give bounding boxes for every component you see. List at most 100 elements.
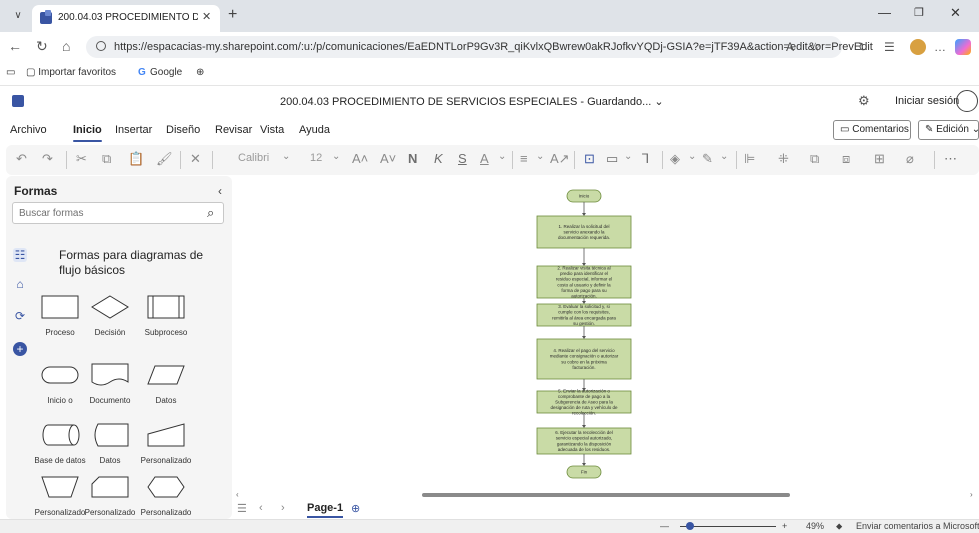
- comments-button[interactable]: ▭ Comentarios: [833, 120, 911, 140]
- add-stencil-icon[interactable]: +: [13, 342, 27, 356]
- chevron-down-icon[interactable]: ⌄: [332, 151, 340, 162]
- favorite-google[interactable]: Google: [150, 67, 182, 78]
- bring-forward-icon[interactable]: ⧉: [810, 151, 819, 167]
- scroll-left-icon[interactable]: ‹: [236, 490, 239, 499]
- favorite-import[interactable]: ▢ Importar favoritos: [26, 67, 116, 78]
- close-window-icon[interactable]: ✕: [950, 5, 961, 21]
- shape-data[interactable]: [146, 362, 186, 388]
- next-page-icon[interactable]: ›: [281, 502, 285, 514]
- align-icon[interactable]: ≡: [520, 151, 528, 166]
- shape-document[interactable]: [90, 362, 130, 388]
- fill-icon[interactable]: ◈: [670, 151, 680, 167]
- scroll-right-icon[interactable]: ›: [970, 490, 973, 499]
- feedback-link[interactable]: Enviar comentarios a Microsoft: [856, 521, 979, 531]
- document-title[interactable]: 200.04.03 PROCEDIMIENTO DE SERVICIOS ESP…: [280, 95, 664, 108]
- tab-inicio[interactable]: Inicio: [73, 124, 102, 142]
- copilot-icon[interactable]: [955, 39, 971, 55]
- browser-tab[interactable]: 200.04.03 PROCEDIMIENTO DE SE ✕: [32, 5, 220, 32]
- underline-button[interactable]: S: [458, 151, 467, 166]
- position-icon[interactable]: ⊫: [744, 151, 755, 167]
- refresh-icon[interactable]: ↻: [36, 38, 48, 55]
- visio-logo-icon[interactable]: [12, 95, 24, 107]
- minimize-icon[interactable]: —: [878, 5, 891, 20]
- search-icon[interactable]: ⌕: [207, 205, 214, 221]
- chevron-down-icon[interactable]: ⌄: [536, 151, 544, 162]
- tab-actions-chevron-icon[interactable]: ∨: [8, 7, 28, 25]
- font-size-select[interactable]: 12: [308, 149, 348, 169]
- editing-mode-button[interactable]: ✎ Edición ⌄: [918, 120, 979, 140]
- read-aloud-icon[interactable]: A: [786, 40, 794, 54]
- italic-button[interactable]: K: [434, 151, 443, 166]
- horizontal-scrollbar[interactable]: ‹ ›: [236, 490, 976, 499]
- group-icon[interactable]: ⊞: [874, 151, 885, 167]
- tab-archivo[interactable]: Archivo: [10, 124, 47, 136]
- undo-icon[interactable]: ↶: [16, 151, 27, 167]
- chevron-down-icon[interactable]: ⌄: [624, 151, 632, 162]
- restore-icon[interactable]: ❐: [914, 6, 924, 19]
- shape-database[interactable]: [40, 422, 80, 448]
- cut-icon[interactable]: ✂: [76, 151, 87, 167]
- collapse-pane-icon[interactable]: ‹: [218, 184, 222, 198]
- shape-subprocess[interactable]: [146, 294, 186, 320]
- tab-diseno[interactable]: Diseño: [166, 124, 200, 136]
- flowchart-stencil-icon[interactable]: ☷: [13, 248, 27, 262]
- settings-icon[interactable]: ⚙: [858, 93, 870, 109]
- zoom-slider-thumb[interactable]: [686, 522, 694, 530]
- shape-process[interactable]: [40, 294, 80, 320]
- text-direction-icon[interactable]: A↗: [550, 151, 570, 167]
- copy-icon[interactable]: ⧉: [102, 151, 111, 167]
- zoom-level[interactable]: 49%: [806, 521, 824, 531]
- prev-page-icon[interactable]: ‹: [259, 502, 263, 514]
- text-box-icon[interactable]: ⊡: [584, 151, 595, 167]
- shape-custom[interactable]: [146, 474, 186, 500]
- site-info-icon[interactable]: [96, 41, 106, 51]
- increase-font-icon[interactable]: A˄: [352, 151, 368, 166]
- shape-custom[interactable]: [146, 422, 186, 448]
- tab-revisar[interactable]: Revisar: [215, 124, 252, 136]
- close-tab-icon[interactable]: ✕: [202, 10, 211, 23]
- decrease-font-icon[interactable]: A˅: [380, 151, 396, 166]
- add-page-icon[interactable]: ⊕: [351, 502, 360, 515]
- profile-avatar[interactable]: [910, 39, 926, 55]
- refresh-page-icon[interactable]: ↻: [858, 40, 868, 54]
- font-color-icon[interactable]: A: [480, 151, 489, 166]
- reading-mode-icon[interactable]: ▭: [6, 67, 15, 78]
- chevron-down-icon[interactable]: ⌄: [688, 151, 696, 162]
- zoom-slider[interactable]: [680, 526, 776, 527]
- home-icon[interactable]: ⌂: [62, 38, 70, 54]
- redo-icon[interactable]: ↷: [42, 151, 53, 167]
- format-painter-icon[interactable]: 🖌: [156, 151, 173, 167]
- styles-icon[interactable]: ⌀: [906, 151, 914, 167]
- chevron-down-icon[interactable]: ⌄: [720, 151, 728, 162]
- paste-icon[interactable]: 📋: [128, 151, 144, 167]
- more-options-icon[interactable]: ⋯: [944, 151, 957, 167]
- signin-link[interactable]: Iniciar sesión: [895, 95, 959, 107]
- fit-page-icon[interactable]: ⬥: [836, 521, 842, 532]
- delete-icon[interactable]: ✕: [190, 151, 201, 167]
- chevron-down-icon[interactable]: ⌄: [282, 151, 290, 162]
- line-color-icon[interactable]: ✎: [702, 151, 713, 167]
- search-shapes-input[interactable]: Buscar formas ⌕: [12, 202, 224, 224]
- connector-icon[interactable]: ⅂: [642, 151, 649, 167]
- send-backward-icon[interactable]: ⧈: [842, 151, 850, 167]
- cycle-icon[interactable]: ⟳: [13, 309, 27, 323]
- more-icon[interactable]: …: [934, 40, 946, 54]
- zoom-in-icon[interactable]: +: [782, 521, 787, 531]
- tab-insertar[interactable]: Insertar: [115, 124, 152, 136]
- shape-start-end[interactable]: [40, 362, 80, 388]
- url-field[interactable]: https://espacacias-my.sharepoint.com/:u:…: [86, 36, 873, 58]
- shape-custom[interactable]: [40, 474, 80, 500]
- tab-vista[interactable]: Vista: [260, 124, 284, 136]
- globe-icon[interactable]: ⊕: [196, 67, 204, 78]
- tab-ayuda[interactable]: Ayuda: [299, 124, 330, 136]
- scrollbar-thumb[interactable]: [422, 493, 790, 497]
- new-tab-icon[interactable]: +: [228, 6, 237, 24]
- shape-custom[interactable]: [90, 474, 130, 500]
- drawing-canvas[interactable]: Inicio 1. Realizar la solicitud del servic…: [233, 176, 979, 496]
- page-tab-active[interactable]: Page-1: [307, 502, 344, 518]
- bold-button[interactable]: N: [408, 151, 417, 166]
- font-family-select[interactable]: Calibri: [236, 149, 304, 169]
- user-avatar-icon[interactable]: [956, 90, 978, 112]
- rectangle-icon[interactable]: ▭: [606, 151, 618, 167]
- back-icon[interactable]: ←: [8, 38, 22, 54]
